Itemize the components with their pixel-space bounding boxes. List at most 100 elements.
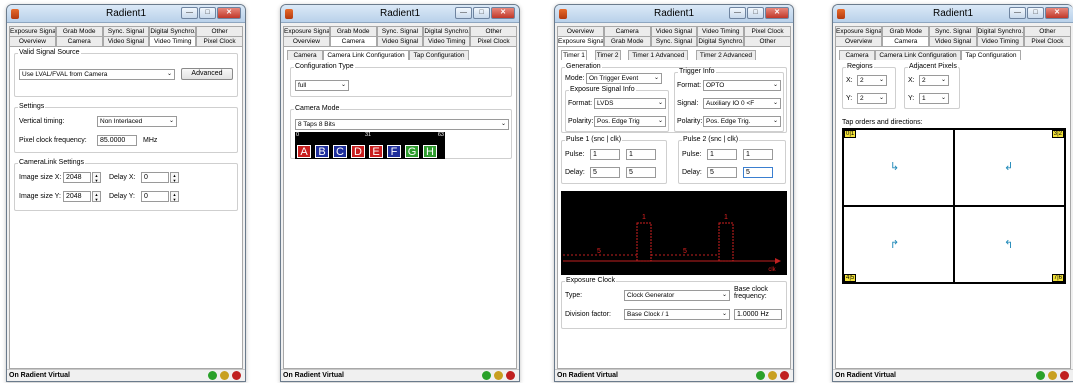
- camera-mode-select[interactable]: 8 Taps 8 Bits ⌄: [295, 119, 509, 130]
- close-button[interactable]: ✕: [765, 7, 789, 19]
- tab-grab-mode[interactable]: Grab Mode: [329, 26, 377, 36]
- clock-type-select[interactable]: Clock Generator ⌄: [624, 290, 730, 301]
- tab-video-signal[interactable]: Video Signal: [650, 26, 698, 36]
- close-button[interactable]: ✕: [217, 7, 241, 19]
- maximize-button[interactable]: □: [473, 7, 490, 19]
- configuration-type-select[interactable]: full ⌄: [295, 80, 349, 91]
- delay-x-input[interactable]: 0: [141, 172, 169, 183]
- base-clock-input[interactable]: 1.0000 Hz: [734, 309, 782, 320]
- tab-video-timing[interactable]: Video Timing: [697, 26, 745, 36]
- tab-digital-synchro[interactable]: Digital Synchro.: [976, 26, 1024, 36]
- tab-video-timing[interactable]: Video Timing: [976, 36, 1024, 46]
- tab-video-signal[interactable]: Video Signal: [102, 36, 150, 46]
- tab-exposure-signal[interactable]: Exposure Signal: [9, 26, 56, 36]
- tab-exposure-signal[interactable]: Exposure Signal: [557, 36, 604, 46]
- pulse-1-delay-snc-input[interactable]: 5: [590, 167, 620, 178]
- vertical-timing-select[interactable]: Non Interlaced ⌄: [97, 116, 177, 127]
- tab-other[interactable]: Other: [196, 26, 243, 36]
- minimize-button[interactable]: —: [1009, 7, 1026, 19]
- tab-camera[interactable]: Camera: [603, 26, 651, 36]
- tab-video-timing[interactable]: Video Timing: [149, 36, 197, 46]
- tab-other[interactable]: Other: [744, 36, 791, 46]
- maximize-button[interactable]: □: [199, 7, 216, 19]
- tab-other[interactable]: Other: [470, 26, 517, 36]
- subtab-timer-1-advanced[interactable]: Timer 1 Advanced: [628, 50, 689, 60]
- minimize-button[interactable]: —: [729, 7, 746, 19]
- pulse-2-clk-input[interactable]: 1: [743, 149, 773, 160]
- tab-video-timing[interactable]: Video Timing: [423, 36, 471, 46]
- adjacent-y-select[interactable]: 1 ⌄: [919, 93, 949, 104]
- delay-x-spinner[interactable]: ▲ ▼: [170, 172, 179, 183]
- division-factor-select[interactable]: Base Clock / 1 ⌄: [624, 309, 730, 320]
- signal-select[interactable]: Auxiliary IO 0 <F ⌄: [703, 98, 781, 109]
- close-button[interactable]: ✕: [491, 7, 515, 19]
- subtab-timer-2[interactable]: Timer 2: [594, 50, 621, 60]
- tab-pixel-clock[interactable]: Pixel Clock: [1023, 36, 1072, 46]
- trigger-format-select[interactable]: OPTO ⌄: [703, 80, 781, 91]
- tab-digital-synchro[interactable]: Digital Synchro.: [697, 36, 745, 46]
- tab-video-signal[interactable]: Video Signal: [929, 36, 977, 46]
- pulse-1-snc-input[interactable]: 1: [590, 149, 620, 160]
- image-size-y-spinner[interactable]: ▲ ▼: [92, 191, 101, 202]
- maximize-button[interactable]: □: [747, 7, 764, 19]
- tab-exposure-signal[interactable]: Exposure Signal: [835, 26, 883, 36]
- pulse-1-delay-clk-input[interactable]: 5: [626, 167, 656, 178]
- tab-pixel-clock[interactable]: Pixel Clock: [470, 36, 517, 46]
- subtab-camera-link-configuration[interactable]: Camera Link Configuration: [875, 50, 961, 60]
- tab-exposure-signal[interactable]: Exposure Signal: [283, 26, 330, 36]
- pulse-2-delay-clk-input[interactable]: 5: [743, 167, 773, 178]
- tab-sync-signal[interactable]: Sync. Signal: [376, 26, 424, 36]
- mode-select[interactable]: On Trigger Event ⌄: [586, 73, 662, 84]
- adjacent-x-select[interactable]: 2 ⌄: [919, 75, 949, 86]
- advanced-button[interactable]: Advanced: [181, 68, 233, 80]
- valid-signal-select[interactable]: Use LVAL/FVAL from Camera ⌄: [19, 69, 175, 80]
- minimize-button[interactable]: —: [455, 7, 472, 19]
- image-size-y-input[interactable]: 2048: [63, 191, 91, 202]
- regions-x-select[interactable]: 2 ⌄: [857, 75, 887, 86]
- subtab-tap-configuration[interactable]: Tap Configuration: [409, 50, 469, 60]
- subtab-camera[interactable]: Camera: [839, 50, 875, 60]
- tab-sync-signal[interactable]: Sync. Signal: [929, 26, 977, 36]
- tab-pixel-clock[interactable]: Pixel Clock: [744, 26, 791, 36]
- tab-digital-synchro[interactable]: Digital Synchro.: [149, 26, 197, 36]
- tab-camera[interactable]: Camera: [329, 36, 377, 46]
- tab-pixel-clock[interactable]: Pixel Clock: [196, 36, 243, 46]
- pulse-2-snc-input[interactable]: 1: [707, 149, 737, 160]
- tab-sync-signal[interactable]: Sync. Signal: [650, 36, 698, 46]
- regions-y-select[interactable]: 2 ⌄: [857, 93, 887, 104]
- close-button[interactable]: ✕: [1045, 7, 1069, 19]
- pulse-1-clk-input[interactable]: 1: [626, 149, 656, 160]
- tab-video-signal[interactable]: Video Signal: [376, 36, 424, 46]
- minimize-button[interactable]: —: [181, 7, 198, 19]
- chevron-down-icon: ⌄: [657, 118, 663, 124]
- tab-camera[interactable]: Camera: [882, 36, 930, 46]
- tab-grab-mode[interactable]: Grab Mode: [55, 26, 103, 36]
- subtab-timer-2-advanced[interactable]: Timer 2 Advanced: [695, 50, 756, 60]
- image-size-x-label: Image size X:: [19, 174, 62, 181]
- image-size-x-spinner[interactable]: ▲ ▼: [92, 172, 101, 183]
- delay-y-spinner[interactable]: ▲ ▼: [170, 191, 179, 202]
- tab-overview[interactable]: Overview: [283, 36, 330, 46]
- tab-other[interactable]: Other: [1023, 26, 1072, 36]
- tab-overview[interactable]: Overview: [835, 36, 883, 46]
- subtab-tap-configuration[interactable]: Tap Configuration: [961, 50, 1021, 60]
- subtab-timer-1[interactable]: Timer 1: [561, 50, 587, 60]
- pixel-clock-input[interactable]: 85.0000: [97, 135, 137, 146]
- tab-overview[interactable]: Overview: [9, 36, 56, 46]
- polarity-select[interactable]: Pos. Edge Trig ⌄: [594, 116, 666, 127]
- format-select[interactable]: LVDS ⌄: [594, 98, 666, 109]
- tab-sync-signal[interactable]: Sync. Signal: [102, 26, 150, 36]
- pulse-2-delay-snc-input[interactable]: 5: [707, 167, 737, 178]
- tab-grab-mode[interactable]: Grab Mode: [882, 26, 930, 36]
- image-size-x-input[interactable]: 2048: [63, 172, 91, 183]
- subtab-camera[interactable]: Camera: [287, 50, 323, 60]
- tab-grab-mode[interactable]: Grab Mode: [603, 36, 651, 46]
- tab-overview[interactable]: Overview: [557, 26, 604, 36]
- tab-camera[interactable]: Camera: [55, 36, 103, 46]
- maximize-button[interactable]: □: [1027, 7, 1044, 19]
- subtab-camera-link-configuration[interactable]: Camera Link Configuration: [323, 50, 409, 60]
- trigger-polarity-select[interactable]: Pos. Edge Trig. ⌄: [703, 116, 781, 127]
- delay-y-input[interactable]: 0: [141, 191, 169, 202]
- type-label: Type:: [565, 292, 583, 299]
- tab-digital-synchro[interactable]: Digital Synchro.: [423, 26, 471, 36]
